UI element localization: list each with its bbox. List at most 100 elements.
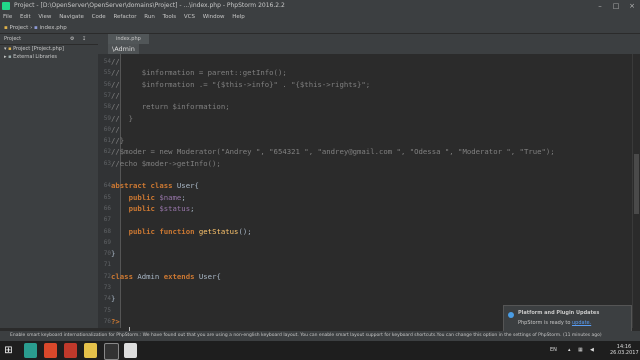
code-line[interactable]: // return $information;: [111, 102, 230, 111]
code-line[interactable]: //echo $moder->getInfo();: [111, 159, 221, 168]
update-link[interactable]: update.: [572, 320, 591, 326]
menu-window[interactable]: Window: [203, 14, 225, 20]
maximize-button[interactable]: □: [608, 0, 624, 12]
menu-edit[interactable]: Edit: [20, 14, 31, 20]
code-line[interactable]: //: [111, 91, 120, 100]
folder-icon: ▪: [4, 25, 8, 31]
app-icon[interactable]: [64, 343, 77, 358]
line-number: 59: [103, 114, 111, 122]
line-number: 73: [103, 284, 111, 291]
code-line[interactable]: public function getStatus();: [111, 227, 252, 236]
breadcrumb[interactable]: \Admin: [108, 44, 139, 54]
windows-start-icon[interactable]: ⊞: [2, 343, 15, 358]
code-line[interactable]: // $information = parent::getInfo();: [111, 68, 287, 77]
code-line[interactable]: class Admin extends User{: [111, 272, 221, 281]
scrollbar-thumb[interactable]: [634, 154, 639, 214]
breadcrumb-bar: \Admin: [98, 44, 640, 54]
menu-help[interactable]: Help: [232, 14, 245, 20]
line-number: 57: [103, 91, 111, 99]
menu-tools[interactable]: Tools: [163, 14, 177, 20]
menu-view[interactable]: View: [38, 14, 51, 20]
code-line[interactable]: //: [111, 125, 120, 134]
code-line[interactable]: // }: [111, 114, 133, 123]
code-line[interactable]: //: [111, 57, 120, 66]
editor-scrollbar[interactable]: [632, 54, 640, 328]
folder-icon: ▪: [8, 46, 12, 52]
line-number: 76: [103, 317, 111, 325]
app-icon[interactable]: [24, 343, 37, 358]
code-editor[interactable]: //// $information = parent::getInfo();//…: [111, 54, 632, 335]
code-line[interactable]: //$moder = new Moderator("Andrey ", "654…: [111, 147, 555, 156]
tree-item-external-libraries[interactable]: ▸ ▪ External Libraries: [4, 54, 57, 60]
tree-item-project[interactable]: ▾ ▪ Project [Project.php]: [4, 46, 64, 52]
line-number: 63: [103, 159, 111, 167]
collapse-icon[interactable]: ↧: [82, 34, 86, 44]
chrome-icon[interactable]: [84, 343, 97, 358]
project-tab[interactable]: Project: [4, 36, 21, 42]
notification-body: PhpStorm is ready to: [518, 320, 571, 326]
status-message[interactable]: Enable smart keyboard internationalizati…: [10, 331, 602, 341]
code-line[interactable]: }: [111, 249, 115, 258]
line-number: 62: [103, 148, 111, 156]
close-button[interactable]: ×: [624, 0, 640, 12]
line-number: 60: [103, 125, 111, 133]
line-number: 56: [103, 80, 111, 88]
volume-icon[interactable]: ◀: [590, 341, 594, 360]
minimize-button[interactable]: –: [592, 0, 608, 12]
menu-navigate[interactable]: Navigate: [59, 14, 84, 20]
chevron-right-icon: ›: [30, 25, 33, 31]
info-icon: [508, 312, 514, 318]
menu-code[interactable]: Code: [92, 14, 106, 20]
line-number: 74: [103, 295, 111, 303]
tree-item-label: External Libraries: [13, 54, 58, 60]
status-bar: Enable smart keyboard internationalizati…: [0, 331, 640, 341]
code-line[interactable]: public $name;: [111, 193, 186, 202]
line-number: 65: [103, 193, 111, 201]
language-indicator[interactable]: EN: [550, 341, 557, 360]
network-icon[interactable]: ▦: [578, 341, 583, 360]
code-line[interactable]: public $status;: [111, 204, 195, 213]
code-line[interactable]: }: [111, 294, 115, 303]
menu-vcs[interactable]: VCS: [184, 14, 195, 20]
line-number: 68: [103, 227, 111, 235]
menu-bar: File Edit View Navigate Code Refactor Ru…: [0, 12, 640, 23]
tab-label: index.php: [116, 36, 141, 42]
terminal-icon[interactable]: [104, 343, 119, 360]
line-number: 72: [103, 272, 111, 280]
settings-gear-icon[interactable]: ⚙: [70, 34, 74, 44]
menu-file[interactable]: File: [3, 14, 12, 20]
opera-icon[interactable]: [44, 343, 57, 358]
line-number: 55: [103, 69, 111, 77]
phpstorm-logo-icon: [2, 2, 10, 10]
line-number: 70: [103, 250, 111, 258]
clock[interactable]: 14:16 26.03.2017: [610, 344, 639, 356]
code-line[interactable]: //}: [111, 136, 124, 145]
tab-index-php[interactable]: index.php: [108, 34, 149, 44]
php-file-icon: ▪: [34, 25, 38, 31]
code-line[interactable]: ?>: [111, 317, 120, 326]
line-number: 66: [103, 204, 111, 212]
windows-taskbar: ⊞ EN ▴ ▦ ◀ 14:16 26.03.2017: [0, 341, 640, 360]
clock-date: 26.03.2017: [610, 350, 639, 356]
nav-file[interactable]: index.php: [40, 25, 67, 31]
expand-arrow-icon[interactable]: ▸: [4, 54, 7, 60]
tray-arrow-icon[interactable]: ▴: [568, 341, 571, 360]
nav-project[interactable]: Project: [9, 25, 28, 31]
line-number: 58: [103, 103, 111, 111]
library-icon: ▪: [8, 54, 12, 60]
line-number: 75: [103, 306, 111, 314]
project-panel: Project ⚙ ↧ ▾ ▪ Project [Project.php] ▸ …: [0, 34, 98, 328]
menu-refactor[interactable]: Refactor: [113, 14, 136, 20]
project-panel-header: Project ⚙ ↧: [0, 34, 98, 45]
code-line[interactable]: abstract class User{: [111, 181, 199, 190]
notification-title: Platform and Plugin Updates: [518, 310, 600, 316]
menu-run[interactable]: Run: [144, 14, 155, 20]
phpstorm-taskbar-icon[interactable]: [124, 343, 137, 358]
code-line[interactable]: // $information .= "{$this->info}" . "{$…: [111, 80, 370, 89]
navigation-bar: ▪ Project › ▪ index.php: [0, 23, 640, 34]
notification-text: PhpStorm is ready to update.: [518, 320, 591, 326]
expand-arrow-icon[interactable]: ▾: [4, 46, 7, 52]
line-number: 71: [103, 261, 111, 269]
line-number: 64: [103, 182, 111, 190]
window-title: Project - [D:\OpenServer\OpenServer\doma…: [14, 2, 285, 9]
